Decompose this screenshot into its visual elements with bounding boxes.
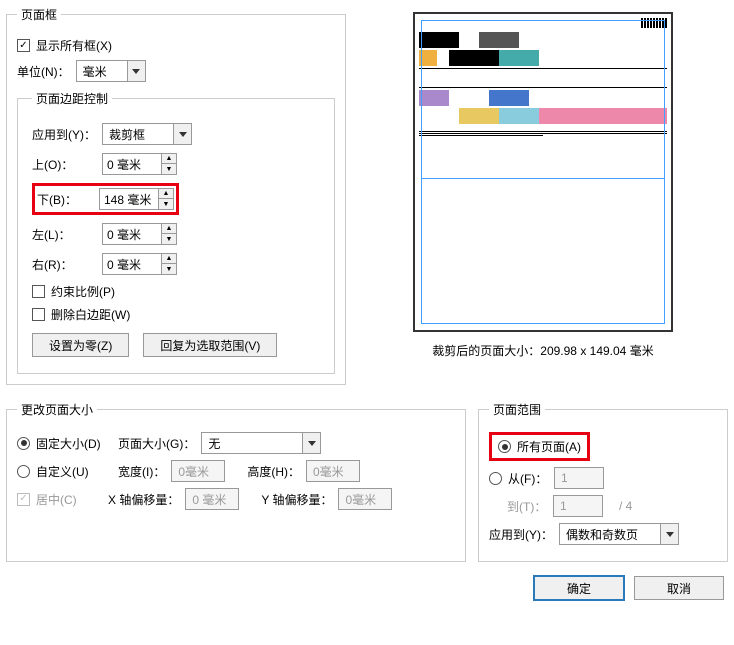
apply-to-select[interactable]: 裁剪框 <box>102 123 192 145</box>
yoff-label: Y 轴偏移量： <box>261 491 332 508</box>
constrain-label: 约束比例(P) <box>51 283 115 300</box>
left-spinner[interactable]: 0 毫米 ▲▼ <box>102 223 177 245</box>
all-pages-highlight: 所有页面(A) <box>489 432 590 461</box>
height-input[interactable]: 0毫米 <box>306 460 360 482</box>
chevron-down-icon <box>660 524 678 544</box>
resize-group: 更改页面大小 固定大小(D) 页面大小(G)： 无 自定义(U) 宽度(I)： … <box>6 401 466 562</box>
page-size-label: 页面大小(G)： <box>118 435 195 452</box>
page-preview <box>413 12 673 332</box>
chevron-down-icon <box>127 61 145 81</box>
custom-radio[interactable] <box>17 465 30 478</box>
total-pages: / 4 <box>619 499 632 513</box>
spinner-down-icon[interactable]: ▼ <box>162 264 176 274</box>
left-label: 左(L)： <box>32 226 102 243</box>
all-pages-radio[interactable] <box>498 440 511 453</box>
from-radio[interactable] <box>489 472 502 485</box>
resize-legend: 更改页面大小 <box>17 401 97 418</box>
top-spinner[interactable]: 0 毫米 ▲▼ <box>102 153 177 175</box>
bottom-highlight: 下(B)： 148 毫米 ▲▼ <box>32 183 179 215</box>
to-input: 1 <box>553 495 603 517</box>
custom-label: 自定义(U) <box>36 463 112 480</box>
from-label: 从(F)： <box>508 470 548 487</box>
range-apply-label: 应用到(Y)： <box>489 526 553 543</box>
fixed-label: 固定大小(D) <box>36 435 112 452</box>
cancel-button[interactable]: 取消 <box>634 576 724 600</box>
all-pages-label: 所有页面(A) <box>517 438 581 455</box>
margins-legend: 页面边距控制 <box>32 90 112 107</box>
apply-to-label: 应用到(Y)： <box>32 126 102 143</box>
revert-button[interactable]: 回复为选取范围(V) <box>143 333 277 357</box>
from-input: 1 <box>554 467 604 489</box>
to-label: 到(T)： <box>507 498 547 515</box>
chevron-down-icon <box>302 433 320 453</box>
page-frame-group: 页面框 ✓ 显示所有框(X) 单位(N)： 毫米 页面边距控制 应用到(Y)： … <box>6 6 346 385</box>
chevron-down-icon <box>173 124 191 144</box>
preview-size-label: 裁剪后的页面大小：209.98 x 149.04 毫米 <box>432 342 653 359</box>
center-label: 居中(C) <box>36 491 102 508</box>
ok-button[interactable]: 确定 <box>534 576 624 600</box>
unit-select[interactable]: 毫米 <box>76 60 146 82</box>
spinner-down-icon[interactable]: ▼ <box>162 234 176 244</box>
range-legend: 页面范围 <box>489 401 545 418</box>
unit-label: 单位(N)： <box>17 63 70 80</box>
show-all-label: 显示所有框(X) <box>36 37 112 54</box>
top-label: 上(O)： <box>32 156 102 173</box>
show-all-checkbox[interactable]: ✓ <box>17 39 30 52</box>
yoff-input: 0毫米 <box>338 488 392 510</box>
margins-group: 页面边距控制 应用到(Y)： 裁剪框 上(O)： 0 毫米 ▲▼ <box>17 90 335 374</box>
page-frame-legend: 页面框 <box>17 6 61 23</box>
spinner-up-icon[interactable]: ▲ <box>162 154 176 164</box>
xoff-label: X 轴偏移量： <box>108 491 179 508</box>
spinner-up-icon[interactable]: ▲ <box>162 254 176 264</box>
constrain-checkbox[interactable] <box>32 285 45 298</box>
fixed-radio[interactable] <box>17 437 30 450</box>
spinner-up-icon[interactable]: ▲ <box>159 189 173 199</box>
width-label: 宽度(I)： <box>118 463 165 480</box>
right-label: 右(R)： <box>32 256 102 273</box>
xoff-input: 0 毫米 <box>185 488 239 510</box>
right-spinner[interactable]: 0 毫米 ▲▼ <box>102 253 177 275</box>
spinner-down-icon[interactable]: ▼ <box>159 199 173 209</box>
page-range-group: 页面范围 所有页面(A) 从(F)： 1 到(T)： 1 / 4 应用到(Y)：… <box>478 401 728 562</box>
spinner-down-icon[interactable]: ▼ <box>162 164 176 174</box>
set-zero-button[interactable]: 设置为零(Z) <box>32 333 129 357</box>
remove-white-checkbox[interactable] <box>32 308 45 321</box>
range-apply-select[interactable]: 偶数和奇数页 <box>559 523 679 545</box>
remove-white-label: 删除白边距(W) <box>51 306 130 323</box>
center-checkbox: ✓ <box>17 493 30 506</box>
bottom-spinner[interactable]: 148 毫米 ▲▼ <box>99 188 174 210</box>
height-label: 高度(H)： <box>247 463 300 480</box>
spinner-up-icon[interactable]: ▲ <box>162 224 176 234</box>
width-input[interactable]: 0毫米 <box>171 460 225 482</box>
bottom-label: 下(B)： <box>37 191 99 208</box>
page-size-select[interactable]: 无 <box>201 432 321 454</box>
